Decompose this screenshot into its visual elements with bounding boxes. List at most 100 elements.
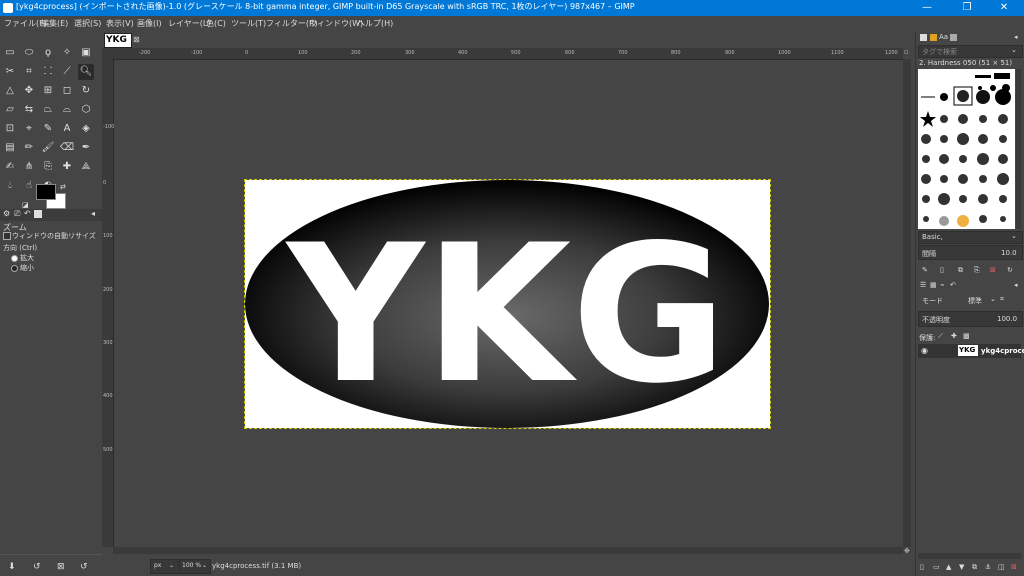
perspective-clone-icon[interactable]: ⟁	[78, 159, 94, 175]
image-tab-close-icon[interactable]: ⊠	[133, 35, 140, 44]
image-tab-thumbnail[interactable]: YKG	[104, 33, 132, 48]
raise-layer-icon[interactable]: ▲	[946, 563, 951, 571]
paths-tab-icon[interactable]: ⌁	[940, 281, 944, 289]
brush-grid-scrollbar[interactable]	[1016, 69, 1021, 229]
close-button[interactable]: ✕	[984, 0, 1024, 16]
menu-edit[interactable]: 編集(E)	[41, 18, 68, 29]
crop-icon[interactable]: ⌗	[21, 64, 37, 80]
menu-tools[interactable]: ツール(T)	[231, 18, 266, 29]
move-icon[interactable]: ✥	[21, 83, 37, 99]
document-history-tab-icon[interactable]	[950, 34, 957, 41]
tab-menu-icon[interactable]: ◂	[91, 209, 95, 218]
duplicate-brush-icon[interactable]: ⧉	[958, 266, 963, 275]
delete-layer-icon[interactable]: ⊠	[1011, 563, 1017, 571]
minimize-button[interactable]: —	[907, 0, 947, 16]
menu-image[interactable]: 画像(I)	[137, 18, 162, 29]
vertical-scrollbar[interactable]	[903, 59, 911, 547]
scissors-icon[interactable]: ✂	[2, 64, 18, 80]
edit-brush-icon[interactable]: ✎	[922, 266, 928, 274]
fuzzy-select-icon[interactable]: ✧	[59, 45, 75, 61]
image-canvas[interactable]: YKG	[244, 179, 771, 429]
lower-layer-icon[interactable]: ▼	[959, 563, 964, 571]
airbrush-icon[interactable]: ✒	[78, 140, 94, 156]
brush-filter-input[interactable]: タグで検索 ⌄	[918, 45, 1023, 58]
zoom-icon[interactable]: 🔍︎	[78, 64, 94, 80]
zoom-in-radio[interactable]	[11, 255, 18, 262]
delete-brush-icon[interactable]: ⊠	[990, 266, 996, 274]
bucket-fill-icon[interactable]: ◈	[78, 121, 94, 137]
perspective-icon[interactable]: ⏢	[40, 102, 56, 118]
align-icon[interactable]: ⊞	[40, 83, 56, 99]
brushes-tab-icon[interactable]	[920, 34, 927, 41]
menu-colors[interactable]: 色(C)	[206, 18, 226, 29]
color-picker-icon[interactable]: ⟋	[59, 64, 75, 80]
new-layer-group-icon[interactable]: ▭	[933, 563, 940, 571]
patterns-tab-icon[interactable]	[930, 34, 937, 41]
save-options-icon[interactable]: ⬇	[8, 562, 16, 572]
mode-select[interactable]: 標準 ⌄ ⌗	[966, 294, 1010, 305]
lock-pixels-icon[interactable]: ⟋	[938, 332, 943, 341]
spacing-slider[interactable]: 間隔 10.0	[918, 245, 1023, 260]
pencil-icon[interactable]: ✏	[21, 140, 37, 156]
anchor-layer-icon[interactable]: ⚓︎	[985, 563, 991, 571]
vertical-ruler[interactable]: -100 0 100 200 300 400 500	[102, 59, 114, 547]
auto-resize-checkbox[interactable]	[3, 232, 11, 240]
default-colors-icon[interactable]: ◪	[22, 201, 29, 209]
crop-tool-icon[interactable]: ◻	[59, 83, 75, 99]
foreground-color-swatch-top[interactable]	[36, 184, 56, 200]
menu-select[interactable]: 選択(S)	[74, 18, 101, 29]
copy-location-icon[interactable]: ⎘	[974, 266, 980, 275]
blur-icon[interactable]: 💧︎	[2, 178, 18, 194]
ellipse-select-icon[interactable]: ⬭	[21, 45, 37, 61]
horizontal-scrollbar[interactable]	[113, 547, 903, 554]
text-icon[interactable]: A	[59, 121, 75, 137]
paths-tool-icon[interactable]: ✎	[40, 121, 56, 137]
handle-transform-icon[interactable]: ⌖	[21, 121, 37, 137]
paths-icon[interactable]: ⸬	[40, 64, 56, 80]
unit-select[interactable]: px ⌄	[150, 559, 180, 574]
fonts-tab-icon[interactable]: Aa	[939, 33, 948, 41]
unified-transform-icon[interactable]: ⊡	[2, 121, 18, 137]
lock-position-icon[interactable]: ✚	[951, 332, 957, 340]
layer-row[interactable]: ◉ YKG ykg4cprocess	[918, 344, 1024, 358]
device-status-tab-icon[interactable]: ⎚	[14, 209, 20, 219]
flip-icon[interactable]: ⇆	[21, 102, 37, 118]
images-tab-icon[interactable]	[34, 210, 42, 218]
duplicate-layer-icon[interactable]: ⧉	[972, 563, 977, 572]
heal-icon[interactable]: ✚	[59, 159, 75, 175]
eraser-icon[interactable]: ⌫	[59, 140, 75, 156]
undo-history-tab-icon[interactable]: ↶	[24, 209, 31, 218]
swap-colors-icon[interactable]: ⇄	[60, 183, 66, 191]
new-layer-icon[interactable]: ▯	[920, 563, 924, 571]
new-brush-icon[interactable]: ▯	[940, 266, 944, 274]
menu-windows[interactable]: ウィンドウ(W)	[309, 18, 363, 29]
smudge-icon[interactable]: ☝	[21, 178, 37, 194]
refresh-brushes-icon[interactable]: ↻	[1007, 266, 1013, 274]
restore-options-icon[interactable]: ↺	[33, 562, 41, 572]
maximize-button[interactable]: ❐	[947, 0, 987, 16]
clone-icon[interactable]: ⎘	[40, 159, 56, 175]
quick-mask-icon[interactable]: ▫	[904, 48, 909, 56]
mypaint-brush-icon[interactable]: ⋔	[21, 159, 37, 175]
menu-help[interactable]: ヘルプ(H)	[357, 18, 393, 29]
rotate-icon[interactable]: ↻	[78, 83, 94, 99]
visibility-eye-icon[interactable]: ◉	[921, 346, 928, 355]
reset-options-icon[interactable]: ↺	[80, 562, 88, 572]
channels-tab-icon[interactable]: ▦	[930, 281, 937, 289]
rect-select-icon[interactable]: ▭	[2, 45, 18, 61]
layers-tab-icon[interactable]: ☰	[920, 281, 926, 289]
measure-icon[interactable]: △	[2, 83, 18, 99]
horizontal-ruler[interactable]: -200 -100 0 100 200 300 400 500 600 700 …	[113, 48, 903, 60]
layers-scrollbar[interactable]	[918, 553, 1021, 559]
undo-tab-icon[interactable]: ↶	[950, 281, 956, 289]
free-select-icon[interactable]: ϙ	[40, 45, 56, 61]
ink-icon[interactable]: ✍	[2, 159, 18, 175]
foreground-select-icon[interactable]: ▣	[78, 45, 94, 61]
navigate-icon[interactable]: ✥	[904, 547, 910, 555]
tab-menu-icon[interactable]: ◂	[1014, 281, 1018, 289]
paintbrush-icon[interactable]: 🖌︎	[40, 140, 56, 156]
brush-grid[interactable]	[918, 69, 1015, 229]
layer-mask-icon[interactable]: ◫	[998, 563, 1005, 571]
delete-options-icon[interactable]: ⊠	[57, 562, 65, 572]
opacity-slider[interactable]: 不透明度 100.0	[918, 311, 1023, 327]
